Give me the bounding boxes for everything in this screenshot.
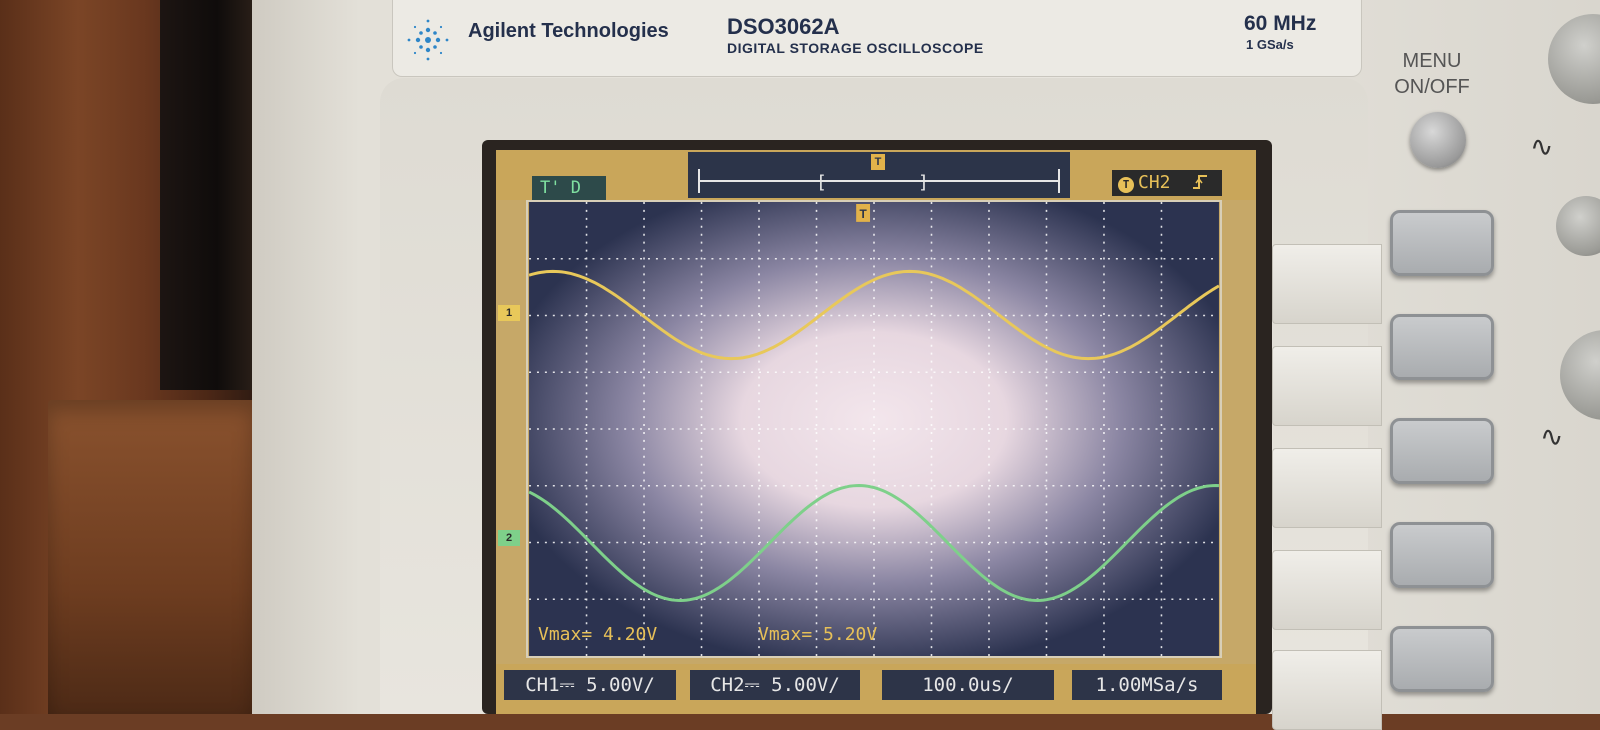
ch1-scale: CH1⎓ 5.00V/ bbox=[504, 670, 676, 700]
timeline-start-mark bbox=[698, 169, 700, 193]
menu-label-line2: ON/OFF bbox=[1394, 76, 1470, 98]
channel1-marker: 1 bbox=[498, 305, 520, 321]
ch1-vmax-readout: Vmax= 4.20V bbox=[538, 624, 658, 645]
window-left-bracket-icon: [ bbox=[816, 172, 827, 193]
wooden-block bbox=[48, 400, 253, 714]
menu-onoff-label: MENU ON/OFF bbox=[1380, 48, 1484, 100]
timeline-bar bbox=[698, 180, 1060, 182]
memory-timeline: [ ] T bbox=[688, 152, 1070, 198]
ch2-scale: CH2⎓ 5.00V/ bbox=[690, 670, 860, 700]
status-bar: CH1⎓ 5.00V/ CH2⎓ 5.00V/ 100.0us/ 1.00MSa… bbox=[496, 664, 1256, 714]
trigger-source-label: CH2 bbox=[1138, 172, 1171, 193]
oscilloscope-screen: T' D [ ] T T CH2 T 1 2 Vmax= 4.20V Vmax=… bbox=[496, 150, 1256, 714]
rising-edge-icon bbox=[1193, 175, 1208, 189]
trigger-status: T' D bbox=[532, 176, 606, 200]
brand-name: Agilent Technologies bbox=[468, 20, 669, 42]
softkey-5-button[interactable] bbox=[1390, 626, 1494, 692]
softkey-shelf-3 bbox=[1272, 448, 1382, 528]
acquisition-rate: 1.00MSa/s bbox=[1072, 670, 1222, 700]
softkey-shelf-1 bbox=[1272, 244, 1382, 324]
window-right-bracket-icon: ] bbox=[918, 172, 929, 193]
menu-onoff-button[interactable] bbox=[1410, 112, 1466, 168]
menu-label-line1: MENU bbox=[1402, 50, 1462, 72]
timebase: 100.0us/ bbox=[882, 670, 1054, 700]
trigger-icon: T bbox=[1118, 177, 1134, 193]
softkey-3-button[interactable] bbox=[1390, 418, 1494, 484]
softkey-shelf-5 bbox=[1272, 650, 1382, 730]
sine-wave-icon: ∿ bbox=[1530, 130, 1554, 163]
softkey-1-button[interactable] bbox=[1390, 210, 1494, 276]
channel2-marker: 2 bbox=[498, 530, 520, 546]
timeline-end-mark bbox=[1058, 169, 1060, 193]
sample-rate-spec: 1 GSa/s bbox=[1246, 37, 1294, 52]
trigger-source: T CH2 bbox=[1112, 170, 1222, 196]
agilent-logo-icon bbox=[407, 19, 449, 61]
trigger-arrow-label: T bbox=[859, 207, 867, 221]
sine-wave-icon: ∿ bbox=[1540, 420, 1564, 453]
softkey-shelf-4 bbox=[1272, 550, 1382, 630]
softkey-2-button[interactable] bbox=[1390, 314, 1494, 380]
model-description: DIGITAL STORAGE OSCILLOSCOPE bbox=[727, 40, 984, 56]
softkey-shelf-2 bbox=[1272, 346, 1382, 426]
background-shadow bbox=[160, 0, 255, 390]
bandwidth-spec: 60 MHz bbox=[1244, 12, 1317, 35]
ch2-vmax-readout: Vmax= 5.20V bbox=[758, 624, 878, 645]
waveform-plot: T bbox=[526, 200, 1222, 658]
trigger-position-marker: T bbox=[871, 154, 885, 170]
model-number: DSO3062A bbox=[727, 14, 840, 39]
softkey-4-button[interactable] bbox=[1390, 522, 1494, 588]
